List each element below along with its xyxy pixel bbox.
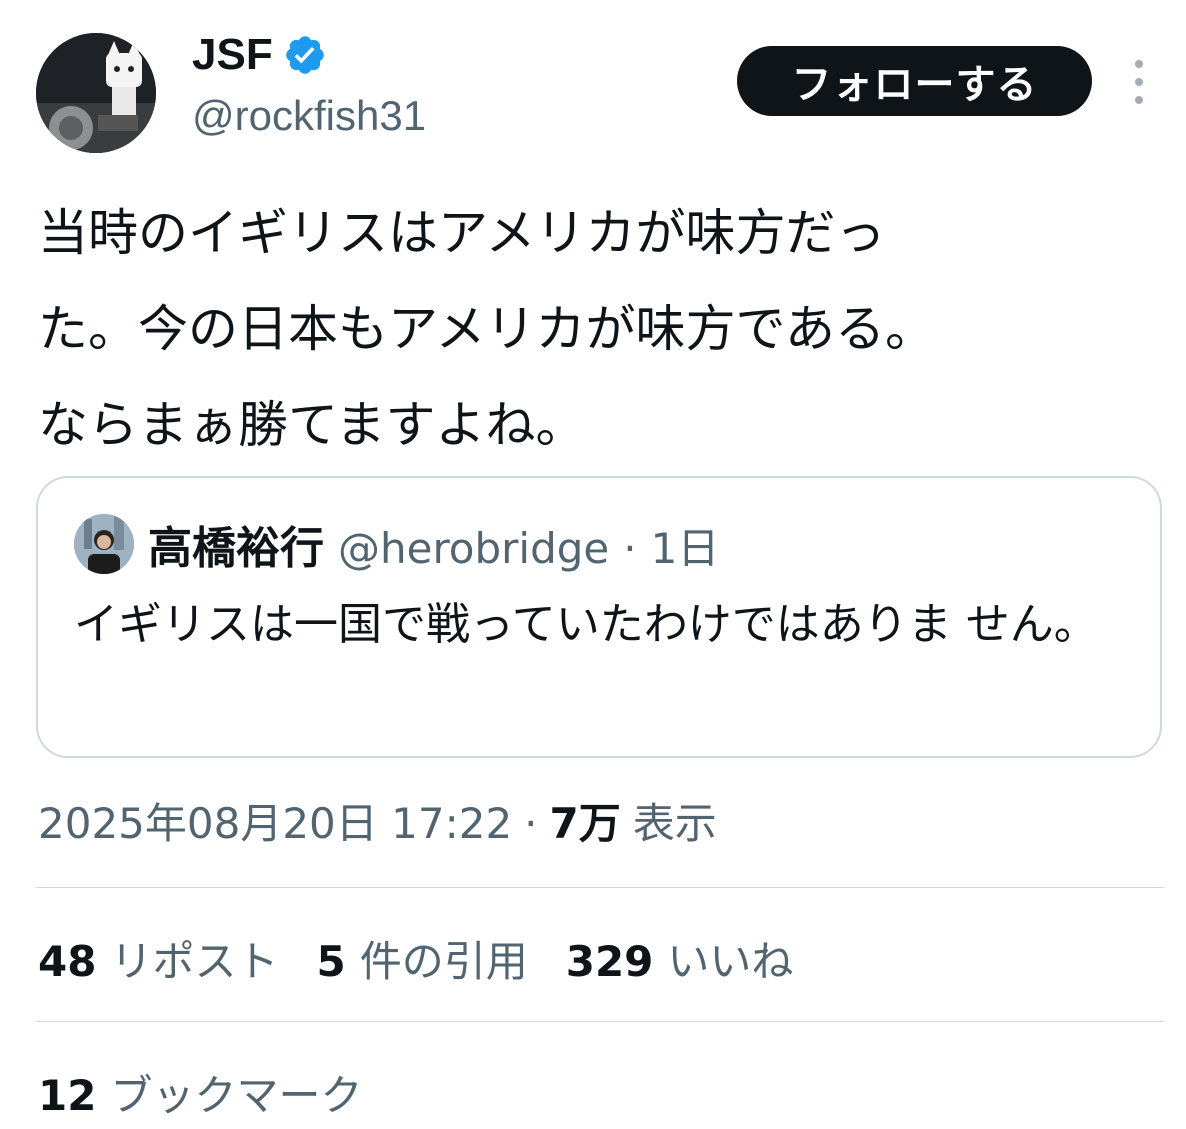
quote-text: イギリスは一国で戦っていたわけではありま せん。: [74, 599, 1098, 650]
more-dot: [1135, 78, 1143, 86]
reposts-label: リポスト: [110, 937, 279, 986]
reposts-stat[interactable]: 48 リポスト: [38, 928, 278, 989]
author-name-row[interactable]: JSF: [192, 30, 327, 80]
tweet-timestamp[interactable]: 2025年08月20日 17:22: [38, 790, 512, 851]
meta-separator: ·: [524, 799, 538, 848]
quoted-tweet-card[interactable]: 高橋裕行 @herobridge · 1日 イギリスは一国で戦っていたわけではあ…: [36, 476, 1162, 758]
engagement-stats: 48 リポスト 5 件の引用 329 いいね: [38, 928, 831, 989]
divider: [36, 1021, 1164, 1022]
likes-stat[interactable]: 329 いいね: [566, 928, 794, 989]
quotes-count: 5: [316, 937, 346, 986]
author-name[interactable]: JSF: [192, 30, 273, 80]
view-count: 7万: [549, 799, 621, 848]
author-handle[interactable]: @rockfish31: [192, 92, 426, 140]
author-avatar[interactable]: [36, 33, 156, 153]
quote-time: 1日: [650, 524, 720, 573]
more-dot: [1135, 60, 1143, 68]
quotes-stat[interactable]: 5 件の引用: [316, 928, 527, 989]
quotes-label: 件の引用: [359, 937, 528, 986]
quote-author-avatar[interactable]: [74, 514, 134, 574]
verified-badge-icon: [283, 33, 327, 77]
profile-photo: [36, 33, 156, 153]
divider: [36, 887, 1164, 888]
bookmarks-count: 12: [38, 1071, 97, 1120]
quote-author-handle: @herobridge: [338, 524, 610, 573]
quote-header: 高橋裕行 @herobridge · 1日: [148, 512, 719, 576]
view-label: 表示: [632, 799, 717, 848]
tweet-meta: 2025年08月20日 17:22 · 7万 表示: [38, 790, 717, 851]
more-dot: [1135, 96, 1143, 104]
more-options-icon[interactable]: [1124, 60, 1154, 104]
likes-count: 329: [565, 937, 654, 986]
bookmarks-label: ブックマーク: [110, 1071, 363, 1120]
tweet-text: 当時のイギリスはアメリカが味方だっ た。今の日本もアメリカが味方である。 ならま…: [38, 204, 935, 454]
quote-separator: ·: [623, 524, 637, 573]
quote-profile-photo: [74, 514, 134, 574]
follow-button[interactable]: フォローする: [737, 46, 1092, 116]
quote-author-name: 高橋裕行: [148, 523, 324, 574]
bookmarks-stat[interactable]: 12 ブックマーク: [38, 1062, 362, 1123]
reposts-count: 48: [38, 937, 97, 986]
likes-label: いいね: [667, 937, 794, 986]
